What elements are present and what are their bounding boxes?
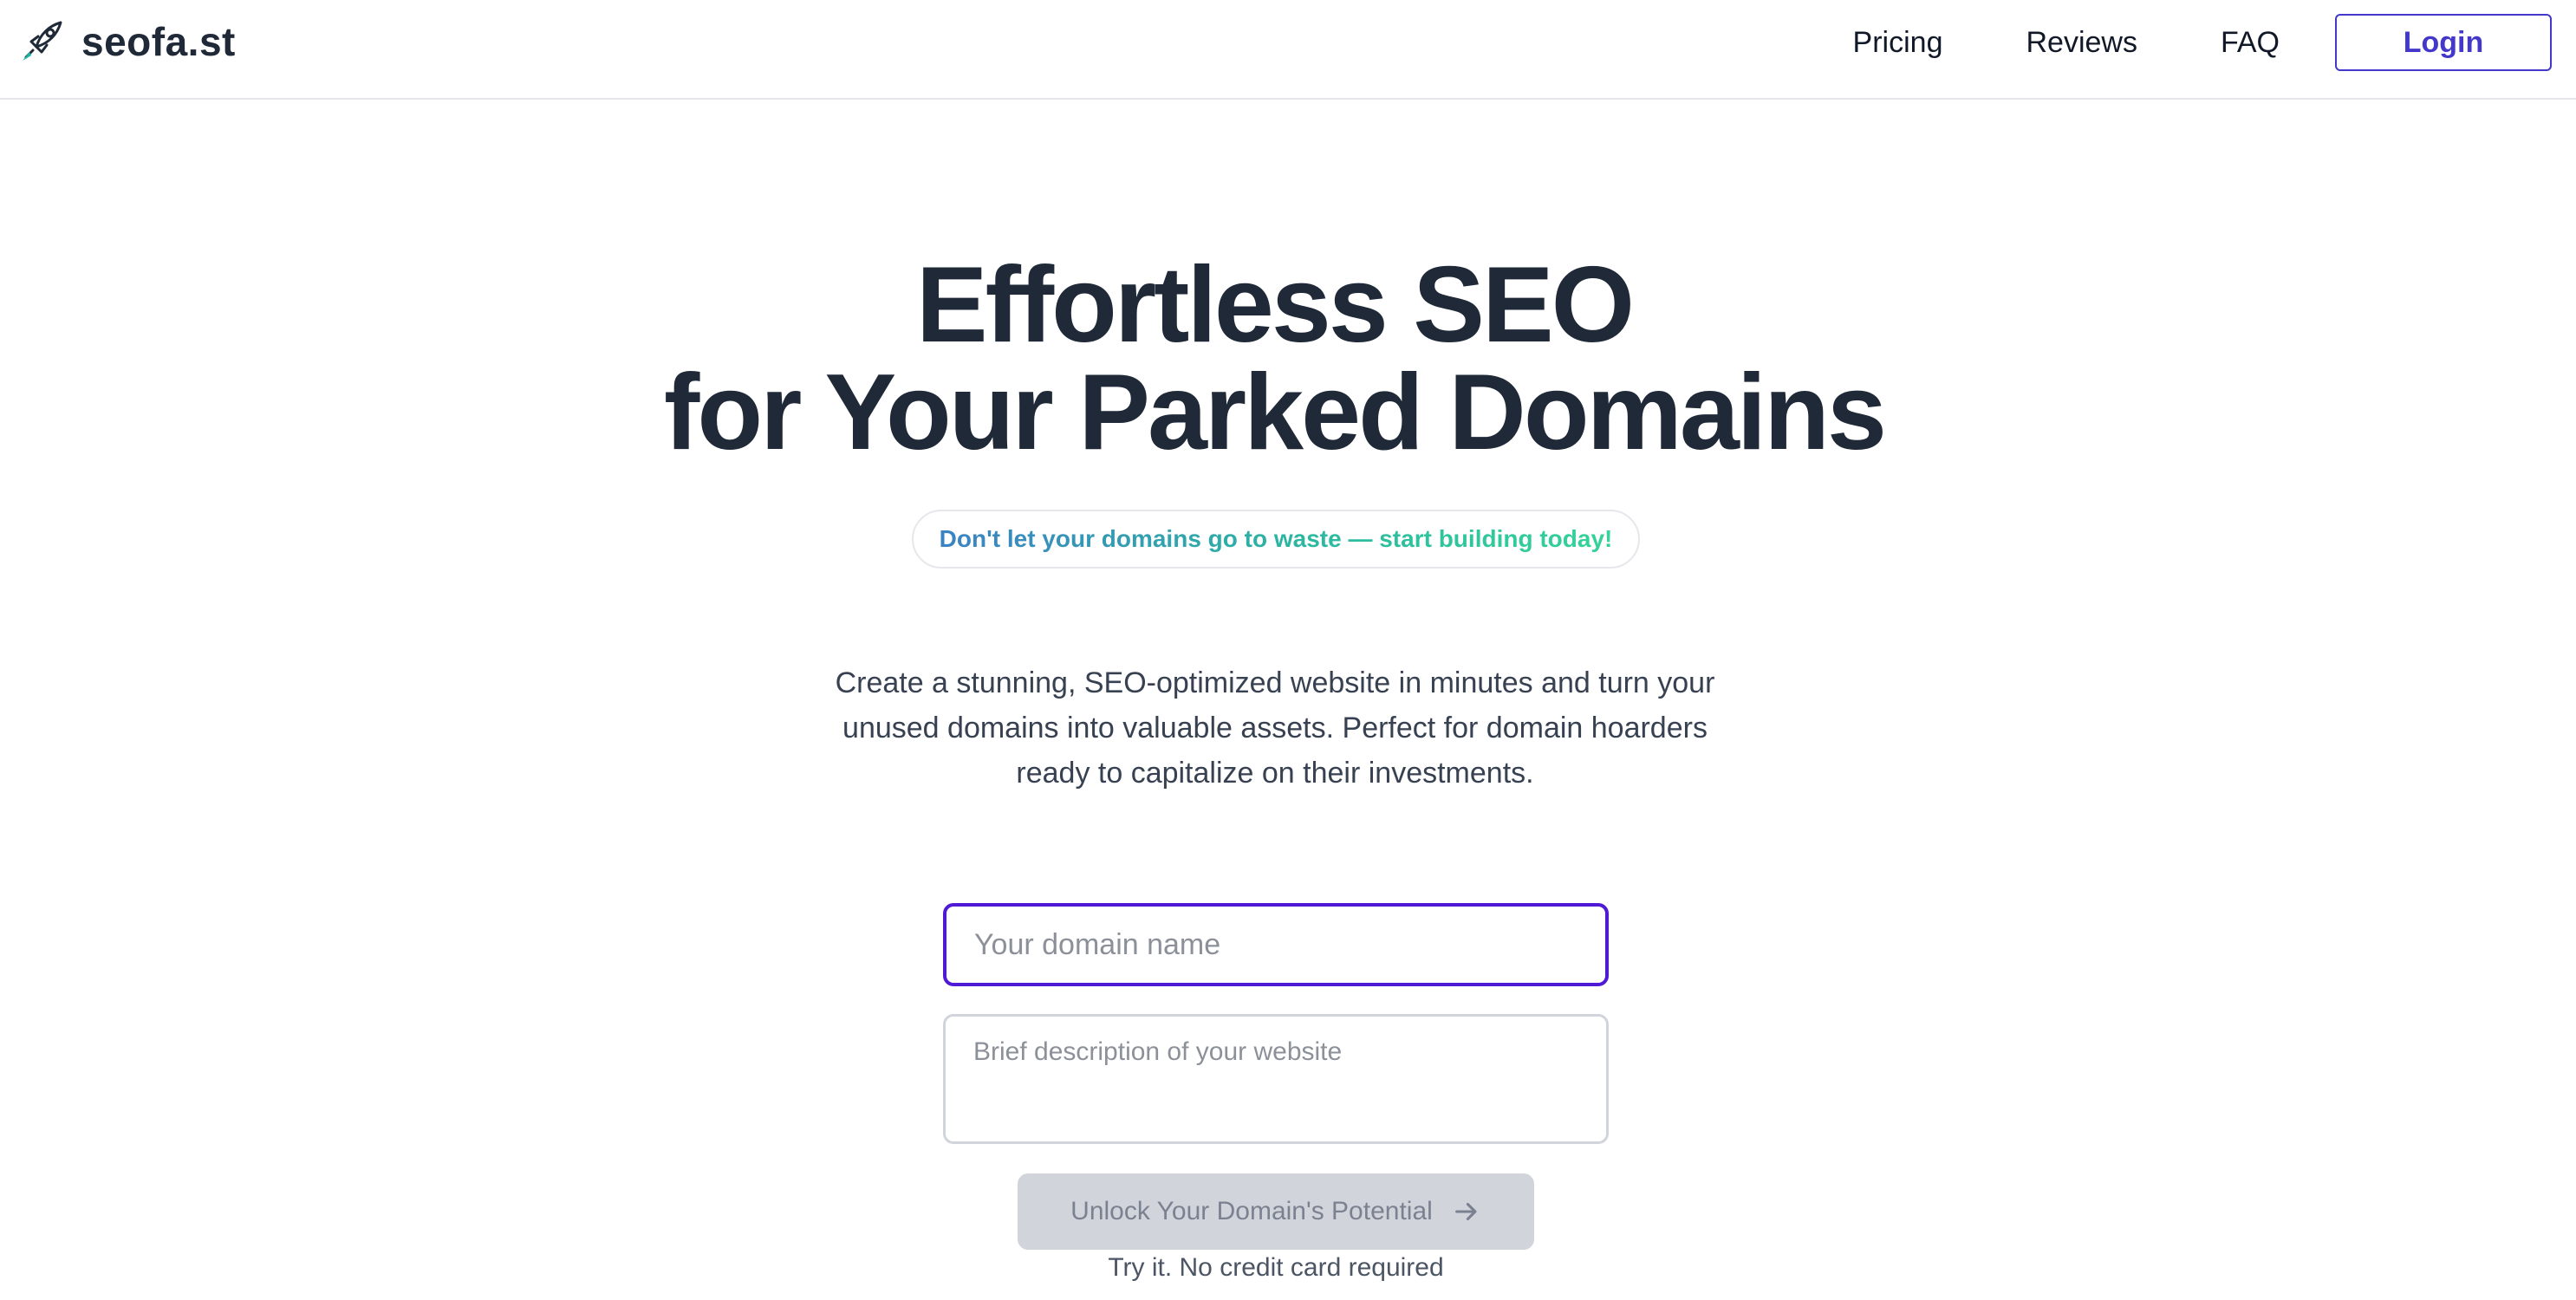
hero-title-line-2: for Your Parked Domains: [664, 353, 1887, 472]
hero-title-line-1: Effortless SEO: [915, 245, 1635, 365]
hero-description: Create a stunning, SEO-optimized website…: [835, 666, 1715, 790]
arrow-right-icon: [1454, 1202, 1477, 1221]
brand-name: seofa.st: [81, 19, 236, 64]
brand-logo-link[interactable]: seofa.st: [17, 16, 236, 68]
site-header: seofa.st Pricing Reviews FAQ Login: [0, 0, 2576, 100]
main-nav: Pricing Reviews FAQ Login: [1853, 14, 2552, 71]
tagline-text: Don't let your domains go to waste — sta…: [939, 525, 1613, 552]
nav-link-faq[interactable]: FAQ: [2221, 26, 2280, 60]
domain-name-input[interactable]: [943, 903, 1609, 986]
tagline-badge: Don't let your domains go to waste — sta…: [912, 510, 1640, 569]
unlock-potential-button[interactable]: Unlock Your Domain's Potential: [1018, 1173, 1534, 1250]
rocket-icon: [23, 21, 62, 61]
login-button[interactable]: Login: [2335, 14, 2552, 71]
nav-link-reviews[interactable]: Reviews: [2026, 26, 2137, 60]
website-description-input[interactable]: [943, 1014, 1609, 1144]
unlock-potential-label: Unlock Your Domain's Potential: [1070, 1197, 1433, 1225]
nav-link-pricing[interactable]: Pricing: [1853, 26, 1943, 60]
hero-title: Effortless SEO for Your Parked Domains: [0, 251, 2548, 466]
no-credit-card-note: Try it. No credit card required: [1108, 1253, 1444, 1282]
